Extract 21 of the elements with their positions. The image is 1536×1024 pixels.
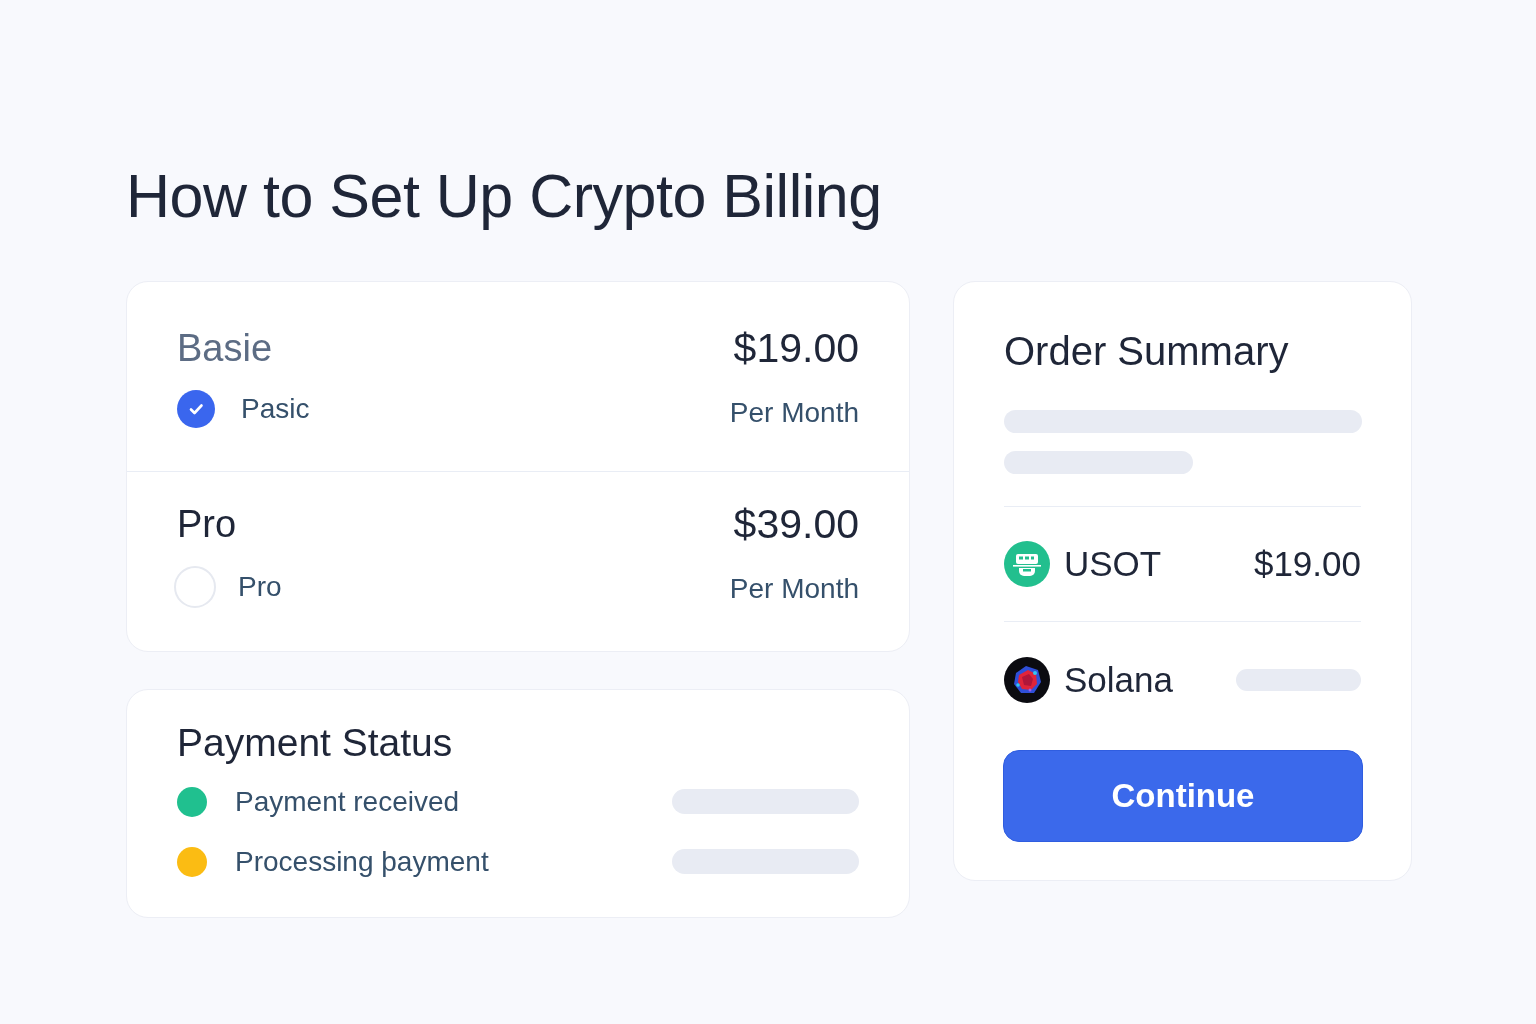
token-icon bbox=[1004, 656, 1050, 703]
plan-name: Pro bbox=[177, 502, 237, 546]
continue-button[interactable]: Continue bbox=[1003, 750, 1363, 842]
status-label: Processing þayment bbox=[235, 845, 489, 879]
radio-checked[interactable] bbox=[177, 390, 215, 428]
plan-name: Basie bbox=[177, 326, 273, 370]
card-title: Payment Status bbox=[177, 720, 453, 766]
billing-period: Per Month bbox=[729, 396, 859, 430]
status-label: Payment received bbox=[235, 785, 460, 819]
currency-name: USOT bbox=[1064, 543, 1162, 585]
plan-price: $39.00 bbox=[733, 502, 859, 546]
billing-period: Per Month bbox=[729, 572, 859, 606]
card-title: Order Summary bbox=[1004, 328, 1289, 375]
plan-option-label: Pro bbox=[238, 570, 282, 604]
plan-price: $19.00 bbox=[733, 326, 859, 370]
radio-unchecked[interactable] bbox=[174, 566, 216, 608]
currency-amount: $19.00 bbox=[1253, 543, 1361, 585]
currency-name: Solana bbox=[1064, 658, 1173, 701]
token-icon bbox=[1004, 541, 1050, 587]
page-title: How to Set Up Crypto Billing bbox=[126, 161, 882, 232]
plan-option-label: Pasic bbox=[241, 392, 310, 426]
